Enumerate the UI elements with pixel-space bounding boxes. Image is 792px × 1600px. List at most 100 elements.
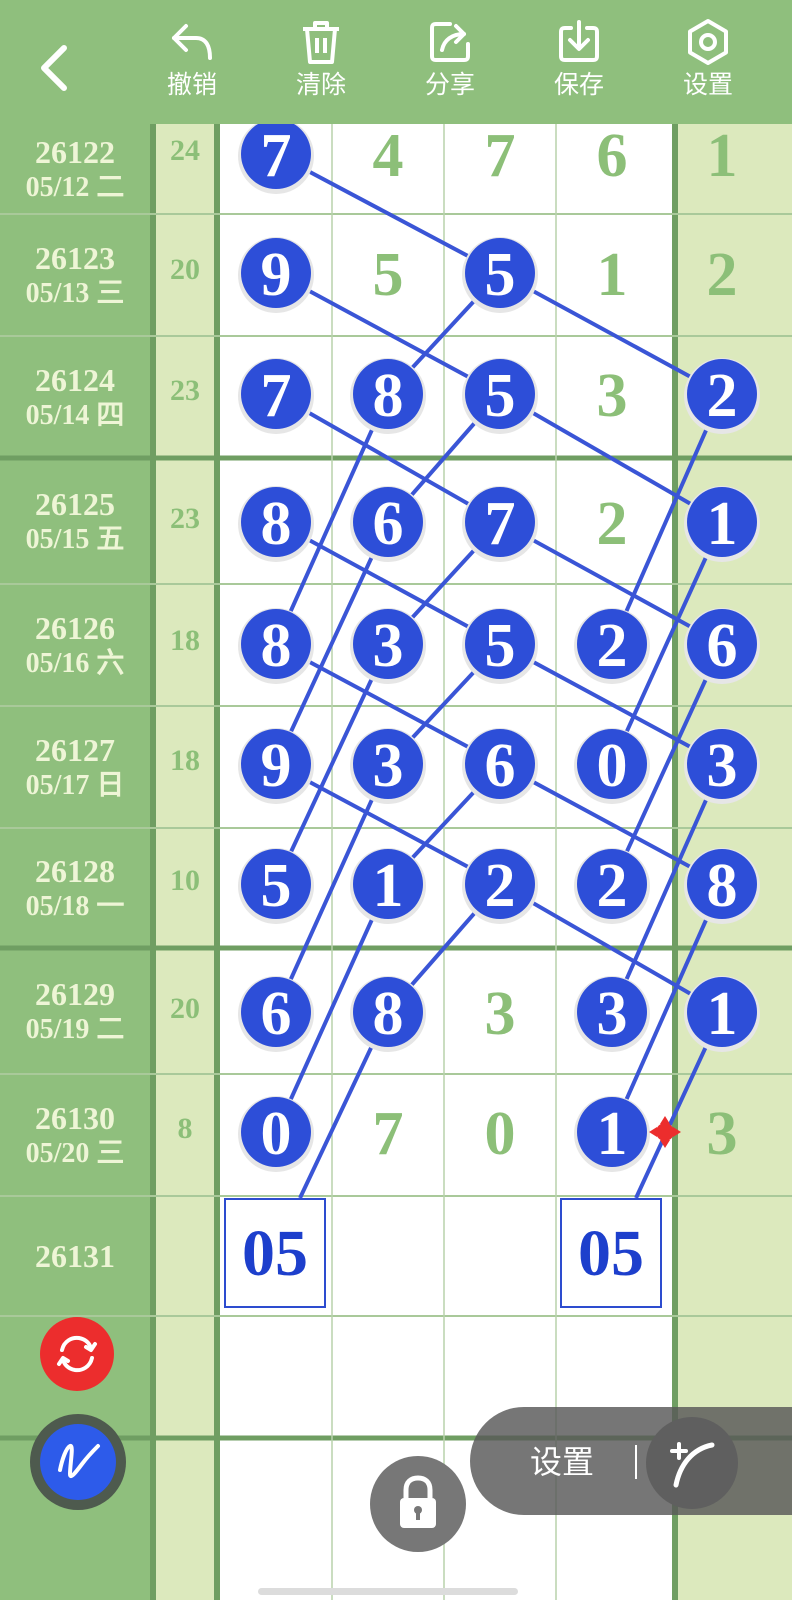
plain-digit: 1: [707, 122, 738, 190]
prediction-box[interactable]: 05: [560, 1198, 662, 1308]
trend-chart[interactable]: 7 4 7 6 1 9 5 5 1 2 7 8 5 3 2 8 6 7 2 1 8 3 5 2 6 9 3 6 0 3 5 1 2 2 8 6 8 3 3 1…: [0, 0, 792, 1600]
ball-digit: 7: [261, 122, 292, 190]
plain-digit: 7: [373, 1100, 404, 1168]
top-toolbar: 撤销 清除 分享 保存 设置: [0, 0, 792, 124]
ball-digit: 0: [597, 732, 628, 800]
back-button[interactable]: [28, 38, 88, 98]
refresh-button[interactable]: [40, 1317, 114, 1391]
ball-digit: 8: [373, 980, 404, 1048]
number-ball: 8: [684, 848, 760, 924]
prediction-box[interactable]: 05: [224, 1198, 326, 1308]
number-ball: 3: [684, 728, 760, 804]
plain-digit: 3: [707, 1100, 738, 1168]
number-ball: 2: [684, 358, 760, 434]
undo-button[interactable]: 撤销: [144, 18, 240, 118]
number-ball: 3: [350, 728, 426, 804]
save-button[interactable]: 保存: [531, 18, 627, 118]
plain-digit: 2: [707, 241, 738, 309]
cursor-arrow-up: [660, 1116, 670, 1124]
number-ball: 5: [462, 237, 538, 313]
clear-button[interactable]: 清除: [273, 18, 369, 118]
undo-label: 撤销: [166, 70, 217, 99]
ball-digit: 6: [707, 612, 738, 680]
number-ball: 6: [684, 608, 760, 684]
ball-digit: 6: [485, 732, 516, 800]
float-settings-button[interactable]: 设置: [530, 1437, 594, 1483]
ball-digit: 2: [485, 852, 516, 920]
plain-digit: 7: [485, 122, 516, 190]
ball-digit: 5: [485, 241, 516, 309]
settings-button[interactable]: 设置: [660, 18, 756, 118]
ball-digit: 2: [597, 852, 628, 920]
number-ball: 2: [574, 848, 650, 924]
cursor-marker: [649, 1116, 681, 1148]
ball-digit: 2: [597, 612, 628, 680]
curve-tool-button[interactable]: [646, 1417, 738, 1509]
number-ball: 5: [462, 358, 538, 434]
ball-digit: 3: [707, 732, 738, 800]
ball-digit: 5: [485, 612, 516, 680]
ball-digit: 8: [707, 852, 738, 920]
number-ball: 5: [238, 848, 314, 924]
back-arrow-icon: [41, 45, 67, 91]
number-ball: 0: [238, 1096, 314, 1172]
cursor-arrow-right: [673, 1127, 681, 1137]
plain-digit: 4: [373, 122, 404, 190]
number-ball: 1: [574, 1096, 650, 1172]
number-ball: 3: [574, 976, 650, 1052]
number-ball: 0: [574, 728, 650, 804]
ball-digit: 8: [261, 490, 292, 558]
float-separator: [635, 1445, 637, 1479]
home-indicator: [258, 1588, 518, 1595]
ball-digit: 7: [261, 362, 292, 430]
ball-digit: 3: [373, 732, 404, 800]
number-ball: 8: [238, 486, 314, 562]
ball-digit: 0: [261, 1100, 292, 1168]
number-ball: 9: [238, 728, 314, 804]
plain-digit: 3: [597, 362, 628, 430]
ball-digit: 8: [261, 612, 292, 680]
ball-digit: 3: [373, 612, 404, 680]
number-ball: 7: [462, 486, 538, 562]
lock-button[interactable]: [370, 1456, 466, 1552]
trash-icon: [303, 21, 339, 64]
number-ball: 6: [462, 728, 538, 804]
number-ball: 1: [684, 976, 760, 1052]
refresh-icon: [57, 1335, 97, 1373]
number-ball: 9: [238, 237, 314, 313]
ball-digit: 3: [597, 980, 628, 1048]
pen-icon: [58, 1443, 100, 1479]
pen-button-face: [40, 1424, 116, 1500]
ball-digit: 6: [261, 980, 292, 1048]
number-ball: 3: [350, 608, 426, 684]
ball-digit: 6: [373, 490, 404, 558]
plain-digit: 5: [373, 241, 404, 309]
gear-icon: [688, 19, 728, 65]
ball-digit: 1: [707, 490, 738, 558]
number-ball: 8: [238, 608, 314, 684]
floating-toolbar: 设置: [470, 1407, 792, 1515]
number-ball: 7: [238, 118, 314, 194]
ball-digit: 2: [707, 362, 738, 430]
number-ball: 5: [462, 608, 538, 684]
ball-digit: 1: [373, 852, 404, 920]
number-ball: 8: [350, 976, 426, 1052]
ball-digit: 5: [261, 852, 292, 920]
number-ball: 2: [462, 848, 538, 924]
share-label: 分享: [424, 70, 475, 99]
number-ball: 6: [238, 976, 314, 1052]
save-label: 保存: [553, 70, 604, 99]
share-button[interactable]: 分享: [402, 18, 498, 118]
undo-icon: [172, 24, 212, 60]
number-ball: 2: [574, 608, 650, 684]
clear-label: 清除: [295, 70, 346, 99]
lock-icon: [400, 1475, 436, 1528]
number-ball: 1: [684, 486, 760, 562]
ball-digit: 8: [373, 362, 404, 430]
ball-digit: 9: [261, 241, 292, 309]
number-ball: 7: [238, 358, 314, 434]
number-ball: 1: [350, 848, 426, 924]
cursor-dot: [656, 1123, 674, 1141]
pen-button[interactable]: [30, 1414, 126, 1510]
cursor-arrow-left: [649, 1127, 657, 1137]
